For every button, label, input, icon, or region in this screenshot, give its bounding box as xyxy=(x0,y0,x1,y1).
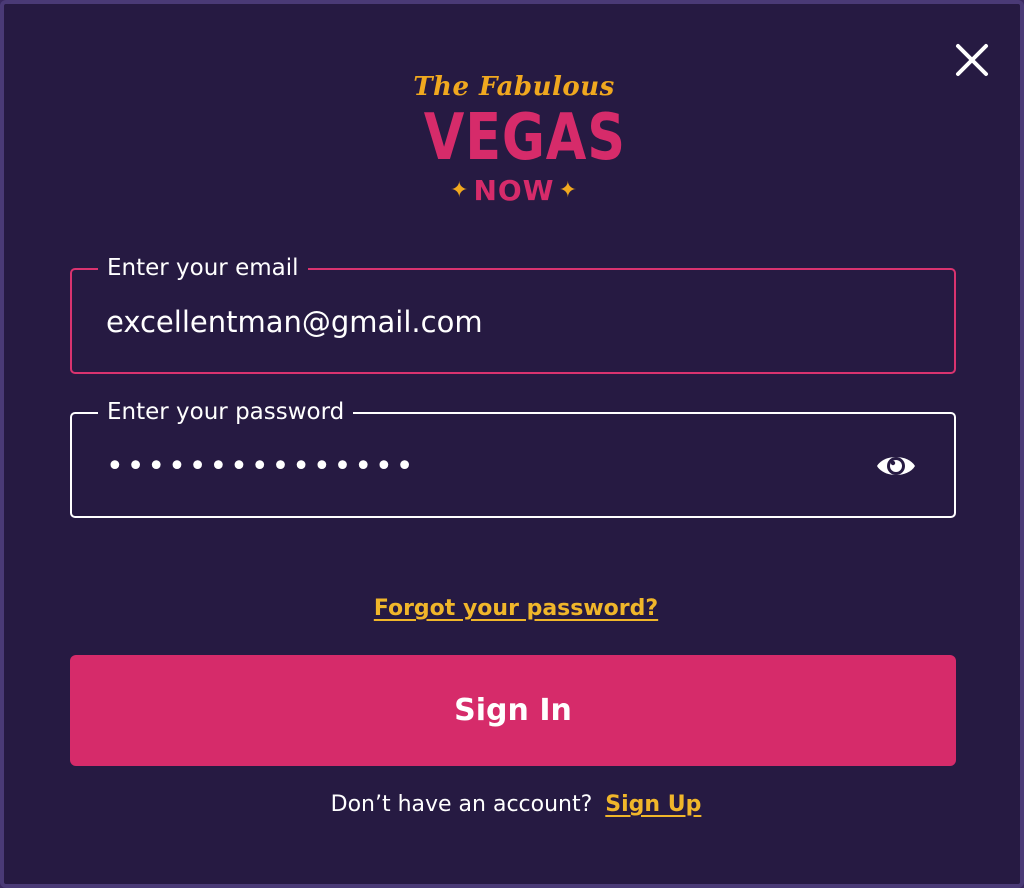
sign-up-link[interactable]: Sign Up xyxy=(605,792,701,817)
sign-in-modal: The Fabulous VEGAS ✦ NOW ✦ Enter your emai… xyxy=(0,0,1024,888)
close-button[interactable] xyxy=(950,38,994,82)
email-field: Enter your email xyxy=(70,253,956,374)
star-icon: ✦ xyxy=(450,178,470,203)
forgot-password-row: Forgot your password? xyxy=(4,596,1024,621)
email-field-label: Enter your email xyxy=(98,253,308,283)
logo-sub-text: NOW xyxy=(473,174,555,207)
star-icon: ✦ xyxy=(558,178,578,203)
forgot-password-link[interactable]: Forgot your password? xyxy=(374,596,658,621)
sign-in-button[interactable]: Sign In xyxy=(70,655,956,766)
show-password-toggle[interactable] xyxy=(874,446,918,486)
eye-icon xyxy=(877,457,915,475)
logo-main-text: VEGAS xyxy=(423,101,626,175)
password-field: Enter your password xyxy=(70,397,956,518)
signup-row: Don’t have an account? Sign Up xyxy=(4,792,1024,817)
email-input[interactable] xyxy=(106,300,866,344)
signup-prompt: Don’t have an account? xyxy=(330,792,593,817)
close-icon xyxy=(956,44,988,76)
vegas-now-logo: The Fabulous VEGAS ✦ NOW ✦ xyxy=(404,64,626,214)
logo-sub-row: ✦ NOW ✦ xyxy=(404,174,624,207)
password-input[interactable] xyxy=(106,444,866,488)
password-field-label: Enter your password xyxy=(98,397,354,427)
